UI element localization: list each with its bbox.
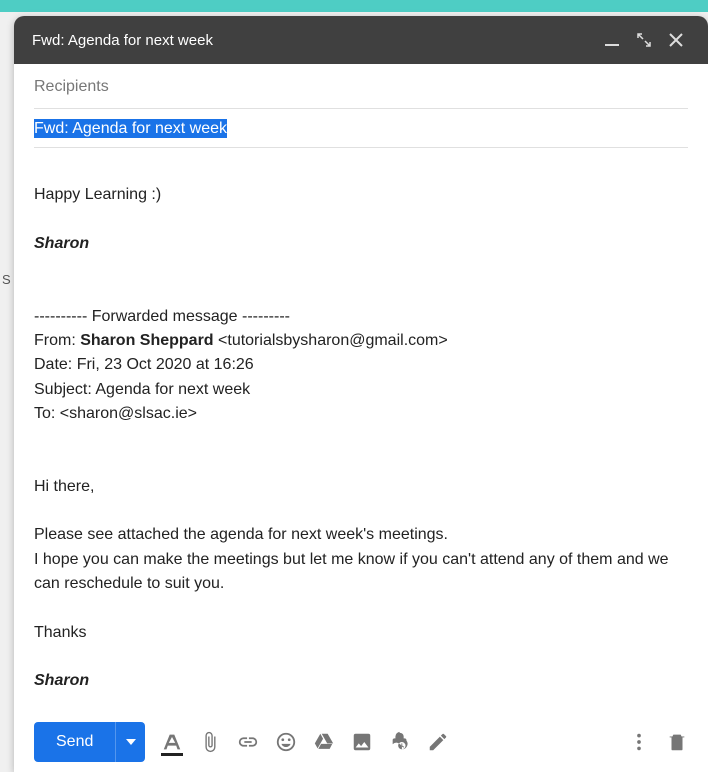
forwarded-subject: Subject: Agenda for next week <box>34 378 698 402</box>
send-button-group: Send <box>34 722 145 762</box>
body-signature-2: Sharon <box>34 669 698 693</box>
header-fields: Recipients Fwd: Agenda for next week <box>14 64 708 148</box>
window-title: Fwd: Agenda for next week <box>32 32 594 49</box>
subject-text-selected: Fwd: Agenda for next week <box>34 119 227 138</box>
compose-window: Fwd: Agenda for next week Recipients Fwd… <box>14 16 708 772</box>
minimize-icon <box>605 33 619 47</box>
more-options-button[interactable] <box>628 731 650 753</box>
body-p1: Hi there, <box>34 475 698 499</box>
pen-icon <box>427 731 449 753</box>
compose-toolbar: Send <box>14 712 708 772</box>
formatting-button[interactable] <box>161 731 183 753</box>
chevron-down-icon <box>126 739 136 745</box>
body-greeting: Happy Learning :) <box>34 183 698 207</box>
body-p3: I hope you can make the meetings but let… <box>34 548 698 597</box>
signature-button[interactable] <box>427 731 449 753</box>
maximize-button[interactable] <box>630 26 658 54</box>
discard-button[interactable] <box>666 731 688 753</box>
confidential-icon <box>389 731 411 753</box>
drive-icon <box>313 731 335 753</box>
background-text: S <box>2 272 11 287</box>
close-button[interactable] <box>662 26 690 54</box>
forwarded-date: Date: Fri, 23 Oct 2020 at 16:26 <box>34 353 698 377</box>
forwarded-to: To: <sharon@slsac.ie> <box>34 402 698 426</box>
image-button[interactable] <box>351 731 373 753</box>
send-options-button[interactable] <box>115 722 145 762</box>
more-vertical-icon <box>628 731 650 753</box>
emoji-icon <box>275 731 297 753</box>
paperclip-icon <box>199 731 221 753</box>
body-signature: Sharon <box>34 232 698 256</box>
text-format-icon <box>161 731 183 753</box>
drive-button[interactable] <box>313 731 335 753</box>
recipients-field[interactable]: Recipients <box>34 78 688 109</box>
title-bar: Fwd: Agenda for next week <box>14 16 708 64</box>
body-container: Happy Learning :) Sharon ---------- Forw… <box>14 148 708 712</box>
forwarded-from: From: Sharon Sheppard <tutorialsbysharon… <box>34 329 698 353</box>
body-p2: Please see attached the agenda for next … <box>34 523 698 547</box>
trash-icon <box>666 731 688 753</box>
link-icon <box>237 731 259 753</box>
email-body[interactable]: Happy Learning :) Sharon ---------- Forw… <box>14 148 708 712</box>
link-button[interactable] <box>237 731 259 753</box>
forwarded-divider: ---------- Forwarded message --------- <box>34 305 698 329</box>
close-icon <box>669 33 683 47</box>
body-thanks: Thanks <box>34 621 698 645</box>
subject-field[interactable]: Fwd: Agenda for next week <box>34 109 688 148</box>
image-icon <box>351 731 373 753</box>
confidential-button[interactable] <box>389 731 411 753</box>
background-strip <box>0 0 708 12</box>
expand-icon <box>637 33 651 47</box>
emoji-button[interactable] <box>275 731 297 753</box>
send-button[interactable]: Send <box>34 722 115 762</box>
attach-button[interactable] <box>199 731 221 753</box>
minimize-button[interactable] <box>598 26 626 54</box>
